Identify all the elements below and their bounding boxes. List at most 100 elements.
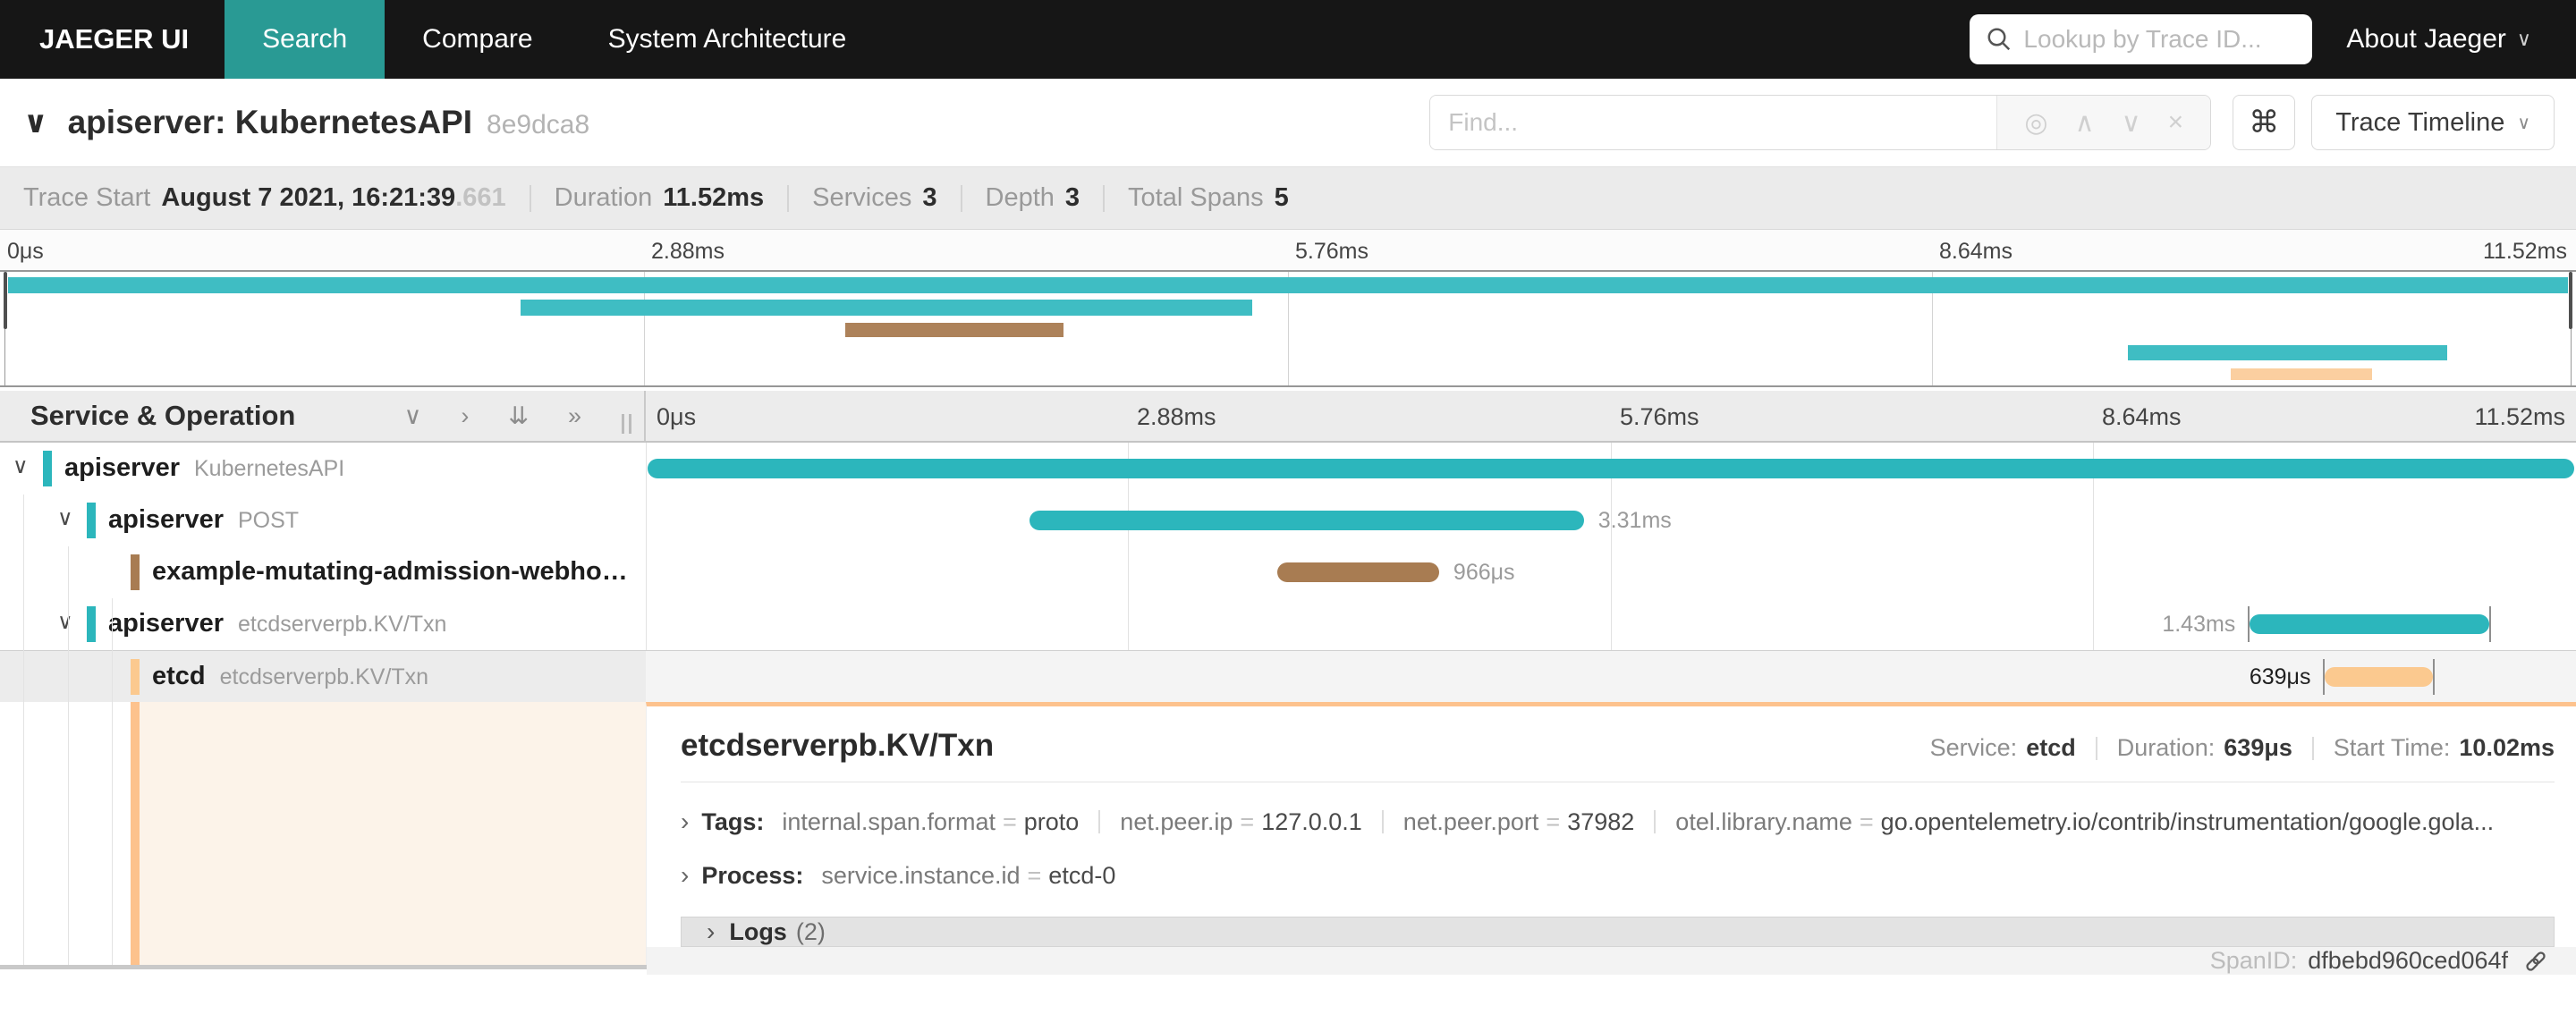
- span-operation: etcdserverpb.KV/Txn: [219, 664, 429, 689]
- expand-one-icon[interactable]: ›: [461, 402, 469, 430]
- span-row-apiserver-kubernetesapi[interactable]: ∨ apiserver KubernetesAPI: [0, 443, 2576, 495]
- trace-id-lookup: [1970, 14, 2313, 64]
- keyboard-shortcuts-button[interactable]: ⌘: [2233, 95, 2296, 150]
- span-name-cell[interactable]: ∨ apiserver etcdserverpb.KV/Txn: [0, 598, 646, 650]
- minimap-scrubber-right[interactable]: [2569, 272, 2572, 329]
- tick-label: 2.88ms: [651, 239, 724, 264]
- equals-sign: =: [1859, 807, 1874, 835]
- span-duration-label: 966μs: [1453, 560, 1515, 585]
- collapse-children-icon[interactable]: ∨: [57, 505, 73, 531]
- nav-tab-system-architecture[interactable]: System Architecture: [571, 0, 885, 79]
- span-name-cell[interactable]: ∨ apiserver POST: [0, 495, 646, 546]
- span-service: example-mutating-admission-webhook...: [152, 557, 639, 586]
- span-name-cell[interactable]: example-mutating-admission-webhook...: [0, 546, 646, 598]
- span-duration-bar[interactable]: 1.43ms: [2162, 606, 2491, 642]
- span-timeline-cell[interactable]: 639μs: [646, 651, 2576, 702]
- minimap-span-bar: [7, 277, 2569, 293]
- minimap-scrubber-left[interactable]: [4, 272, 7, 329]
- logs-accordion[interactable]: › Logs (2): [681, 917, 2555, 947]
- collapse-one-icon[interactable]: ∨: [404, 402, 422, 430]
- tag-key: net.peer.ip: [1120, 807, 1233, 835]
- minimap-canvas[interactable]: [0, 270, 2576, 387]
- span-service: apiserver: [108, 609, 224, 638]
- span-end-tick: [2488, 606, 2491, 642]
- span-timeline-cell[interactable]: [646, 443, 2576, 495]
- chevron-down-icon: ∨: [2516, 28, 2531, 50]
- trace-id-lookup-input[interactable]: [2023, 25, 2297, 54]
- expand-all-icon[interactable]: »: [568, 402, 581, 430]
- next-match-icon[interactable]: ∨: [2122, 107, 2141, 139]
- span-duration-bar[interactable]: 3.31ms: [1030, 509, 1672, 532]
- logs-label: Logs: [729, 917, 787, 945]
- meta-label: Service:: [1929, 734, 2018, 761]
- collapse-children-icon[interactable]: ∨: [57, 609, 73, 635]
- focus-match-icon[interactable]: ◎: [2024, 107, 2047, 139]
- collapse-all-icon[interactable]: ⇊: [508, 402, 529, 430]
- command-icon: ⌘: [2249, 106, 2280, 140]
- span-timeline-cell[interactable]: 1.43ms: [646, 598, 2576, 650]
- tags-row[interactable]: › Tags: internal.span.format = proto net.p…: [681, 807, 2555, 836]
- span-duration-bar[interactable]: 639μs: [2250, 659, 2436, 695]
- span-name-cell[interactable]: ∨ apiserver KubernetesAPI: [0, 443, 646, 495]
- search-icon: [1987, 28, 2011, 51]
- collapse-trace-icon[interactable]: ∨: [23, 105, 48, 140]
- brand-jaeger-ui[interactable]: JAEGER UI: [0, 0, 225, 79]
- span-duration-label: 639μs: [2249, 664, 2311, 689]
- span-row-webhook[interactable]: example-mutating-admission-webhook... 96…: [0, 546, 2576, 598]
- span-detail-title: etcdserverpb.KV/Txn: [681, 728, 995, 763]
- find-group: ◎ ∧ ∨ ×: [1429, 95, 2212, 150]
- link-icon[interactable]: [2522, 948, 2549, 975]
- divider: [787, 184, 790, 212]
- span-timeline-cell[interactable]: 966μs: [646, 546, 2576, 598]
- find-input[interactable]: [1430, 96, 1997, 149]
- about-jaeger-menu[interactable]: About Jaeger ∨: [2337, 0, 2576, 79]
- divider: [2311, 736, 2314, 760]
- span-row-etcd-txn-selected[interactable]: etcd etcdserverpb.KV/Txn 639μs: [0, 650, 2576, 702]
- collapse-children-icon[interactable]: ∨: [13, 453, 29, 479]
- divider: [960, 184, 962, 212]
- span-color-bar: [131, 659, 140, 695]
- timeline-header-ticks: 0μs 2.88ms 5.76ms 8.64ms 11.52ms: [646, 391, 2576, 441]
- meta-value: 10.02ms: [2459, 734, 2555, 761]
- span-color-bar: [43, 451, 52, 486]
- tick-label: 8.64ms: [2102, 403, 2182, 430]
- collapse-controls: ∨ › ⇊ »: [404, 402, 581, 430]
- prev-match-icon[interactable]: ∧: [2075, 107, 2095, 139]
- meta-value: 639μs: [2224, 734, 2292, 761]
- summary-label: Total Spans: [1128, 183, 1264, 212]
- span-duration-bar[interactable]: 966μs: [1276, 561, 1515, 584]
- span-operation: etcdserverpb.KV/Txn: [238, 612, 447, 637]
- span-operation: KubernetesAPI: [194, 456, 345, 481]
- trace-view-selector[interactable]: Trace Timeline ∨: [2311, 95, 2555, 150]
- span-id-label: SpanID:: [2209, 947, 2298, 974]
- span-detail-header: etcdserverpb.KV/Txn Service: etcd Durati…: [681, 728, 2555, 764]
- clear-find-icon[interactable]: ×: [2168, 107, 2184, 138]
- top-navbar: JAEGER UI Search Compare System Architec…: [0, 0, 2576, 79]
- process-row[interactable]: › Process: service.instance.id = etcd-0: [681, 861, 2555, 890]
- span-duration-bar[interactable]: [648, 459, 2574, 478]
- equals-sign: =: [1546, 807, 1561, 835]
- tag-value: 37982: [1567, 807, 1635, 835]
- span-row-apiserver-etcd-txn[interactable]: ∨ apiserver etcdserverpb.KV/Txn 1.43ms: [0, 598, 2576, 650]
- logs-count: (2): [795, 917, 826, 945]
- span-start-tick: [2248, 606, 2250, 642]
- span-row-apiserver-post[interactable]: ∨ apiserver POST 3.31ms: [0, 495, 2576, 546]
- equals-sign: =: [1027, 861, 1042, 889]
- span-name-cell[interactable]: etcd etcdserverpb.KV/Txn: [0, 651, 646, 702]
- summary-duration: Duration 11.52ms: [555, 183, 765, 213]
- span-timeline-cell[interactable]: 3.31ms: [646, 495, 2576, 546]
- span-detail-card: etcdserverpb.KV/Txn Service: etcd Durati…: [647, 706, 2576, 890]
- column-resizer-handle[interactable]: [622, 414, 631, 434]
- nav-tab-search[interactable]: Search: [225, 0, 386, 79]
- nav-tab-compare[interactable]: Compare: [385, 0, 570, 79]
- tick-label: 0μs: [657, 403, 697, 430]
- summary-trace-start: Trace Start August 7 2021, 16:21:39 .661: [23, 183, 506, 213]
- divider: [1098, 810, 1101, 833]
- divider: [1654, 810, 1657, 833]
- span-detail-meta: Service: etcd Duration: 639μs Start Time…: [1930, 734, 2555, 762]
- minimap-span-bar: [520, 300, 1252, 316]
- divider: [529, 184, 531, 212]
- meta-value: etcd: [2026, 734, 2076, 761]
- span-detail-row: etcdserverpb.KV/Txn Service: etcd Durati…: [0, 702, 2576, 975]
- span-detail-left-gutter: [0, 702, 646, 965]
